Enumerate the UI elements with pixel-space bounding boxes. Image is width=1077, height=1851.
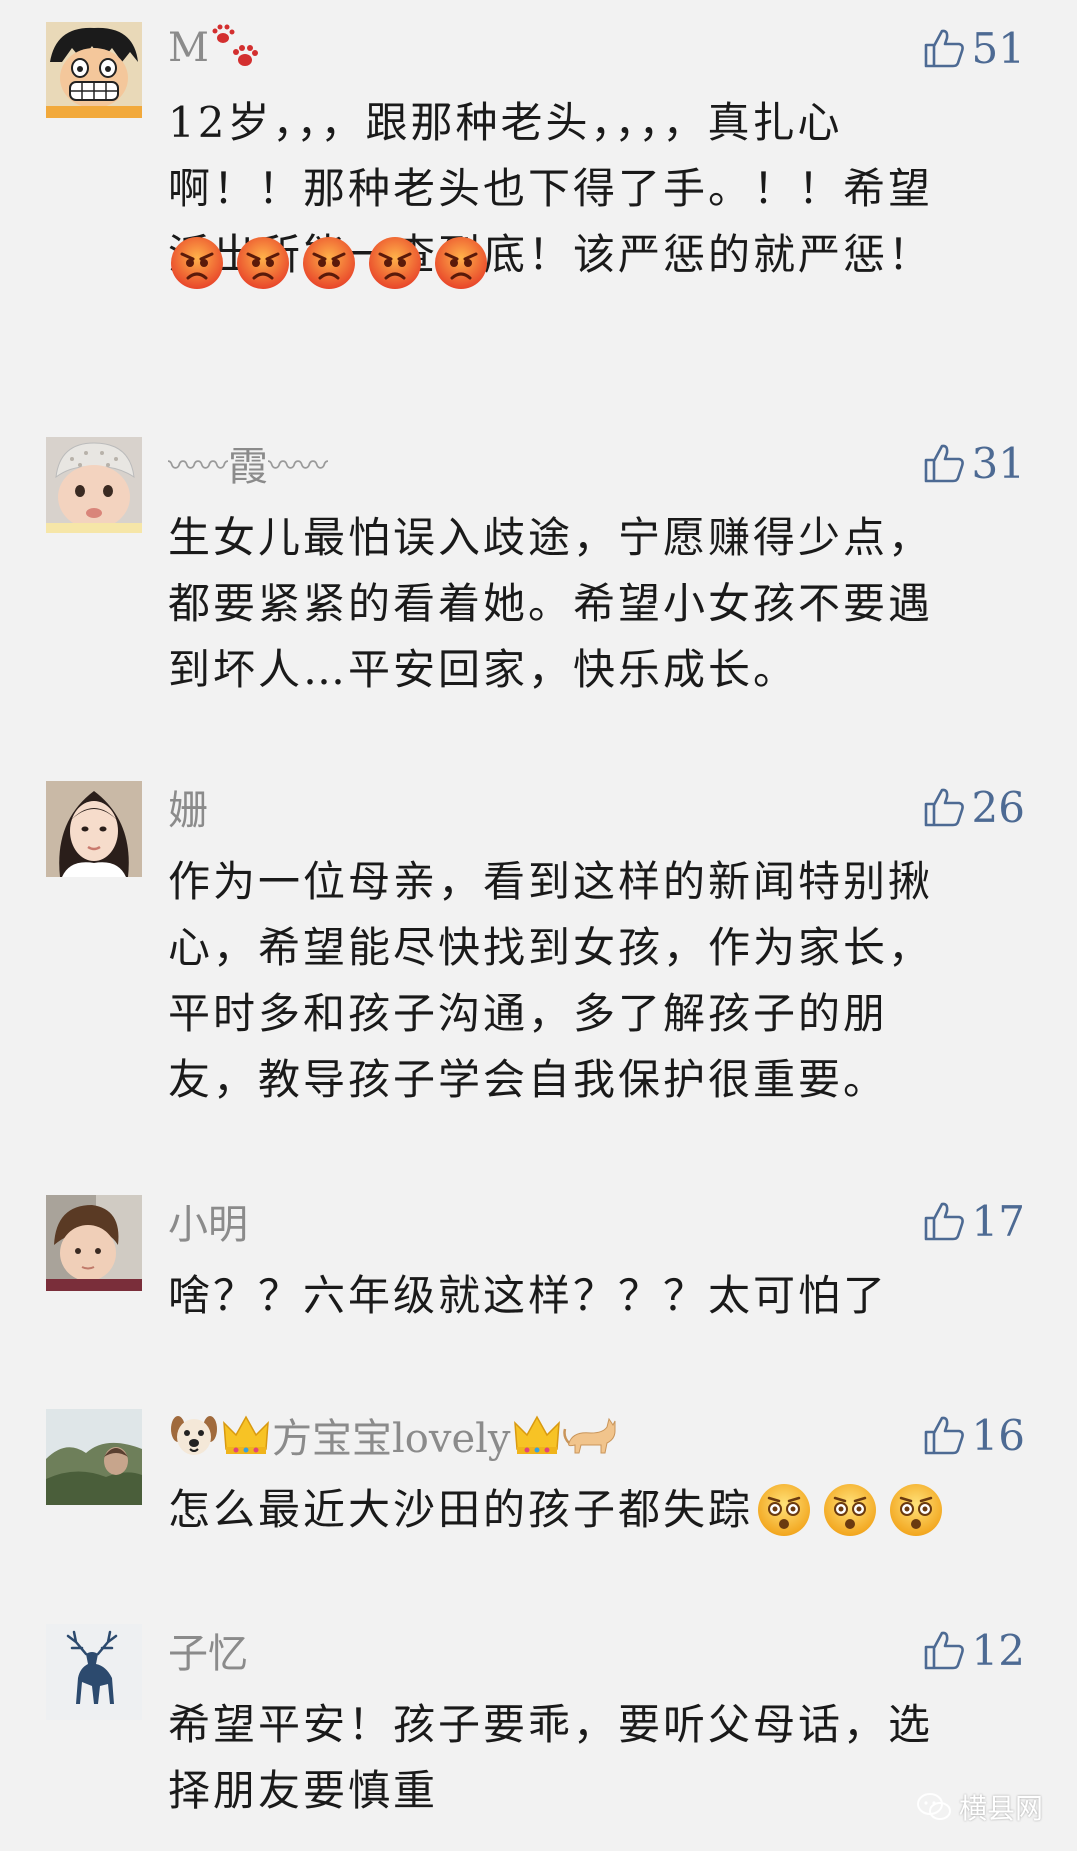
username[interactable]: 方宝宝lovely bbox=[272, 1406, 511, 1464]
like-count: 26 bbox=[971, 782, 1025, 832]
thumbs-up-icon bbox=[924, 1631, 964, 1670]
deer-avatar-icon bbox=[46, 1624, 142, 1720]
comment-line: 心，希望能尽快找到女孩，作为家长， bbox=[168, 923, 934, 972]
username-decoration: 〰〰 bbox=[168, 449, 228, 484]
username-row: 姗 bbox=[168, 775, 208, 839]
astonished-face-icon bbox=[824, 1484, 877, 1536]
watermark-text: 横县网 bbox=[958, 1792, 1043, 1825]
like-count: 12 bbox=[971, 1625, 1025, 1675]
cartoon-boy-avatar-icon bbox=[46, 22, 142, 118]
username-row: 子忆 bbox=[168, 1618, 248, 1682]
comment-text: 希望平安！孩子要乖，要听父母话，选 择朋友要慎重 bbox=[168, 1692, 1028, 1824]
angry-face-icon bbox=[435, 237, 487, 289]
comment-line: 希望平安！孩子要乖，要听父母话，选 bbox=[168, 1700, 934, 1749]
comment-line: 怎么最近大沙田的孩子都失踪 bbox=[168, 1485, 754, 1534]
child-avatar-icon bbox=[46, 1195, 142, 1291]
emoji-row bbox=[168, 234, 490, 292]
like-count: 51 bbox=[971, 23, 1025, 73]
crown-icon bbox=[513, 1415, 560, 1454]
thumbs-up-icon bbox=[924, 1202, 964, 1241]
cat-icon bbox=[562, 1417, 616, 1454]
comment-line: 生女儿最怕误入歧途，宁愿赚得少点， bbox=[168, 513, 934, 562]
username[interactable]: 小明 bbox=[168, 1192, 248, 1250]
thumbs-up-icon bbox=[924, 29, 964, 68]
comment-text: 啥？？六年级就这样？？？太可怕了 bbox=[168, 1263, 1028, 1329]
comment-text: 怎么最近大沙田的孩子都失踪 bbox=[168, 1477, 1028, 1543]
comment-line: 作为一位母亲，看到这样的新闻特别揪 bbox=[168, 857, 934, 906]
comment-text: 作为一位母亲，看到这样的新闻特别揪 心，希望能尽快找到女孩，作为家长， 平时多和… bbox=[168, 849, 1028, 1113]
watermark: 横县网 bbox=[916, 1787, 1043, 1827]
avatar[interactable] bbox=[46, 1195, 142, 1291]
like-count: 31 bbox=[971, 438, 1025, 488]
wechat-icon bbox=[916, 1793, 951, 1820]
username[interactable]: 霞 bbox=[228, 434, 268, 492]
comment-line: 友，教导孩子学会自我保护很重要。 bbox=[168, 1055, 889, 1104]
astonished-face-icon bbox=[890, 1484, 943, 1536]
dog-face-icon bbox=[171, 1416, 217, 1455]
comment-line: 到坏人…平安回家，快乐成长。 bbox=[168, 645, 799, 694]
comment-line: 择朋友要慎重 bbox=[168, 1766, 439, 1815]
thumbs-up-icon bbox=[924, 444, 964, 483]
avatar[interactable] bbox=[46, 1409, 142, 1505]
angry-face-icon bbox=[303, 237, 355, 289]
paw-prints-icon bbox=[212, 24, 258, 66]
username[interactable]: M bbox=[168, 25, 209, 71]
angry-face-icon bbox=[171, 237, 223, 289]
username[interactable]: 姗 bbox=[168, 778, 208, 836]
comment-line: 平时多和孩子沟通，多了解孩子的朋 bbox=[168, 989, 889, 1038]
username[interactable]: 子忆 bbox=[168, 1621, 248, 1679]
angry-face-icon bbox=[369, 237, 421, 289]
thumbs-up-icon bbox=[924, 1416, 964, 1455]
avatar[interactable] bbox=[46, 781, 142, 877]
like-button[interactable]: 31 bbox=[922, 431, 1025, 495]
avatar[interactable] bbox=[46, 1624, 142, 1720]
crown-icon bbox=[223, 1415, 269, 1454]
like-count: 17 bbox=[971, 1196, 1025, 1246]
angry-face-icon bbox=[237, 237, 289, 289]
woman-avatar-icon bbox=[46, 781, 142, 877]
like-button[interactable]: 17 bbox=[922, 1189, 1025, 1253]
username-row: M bbox=[168, 16, 261, 80]
avatar[interactable] bbox=[46, 22, 142, 118]
thumbs-up-icon bbox=[924, 788, 964, 827]
like-button[interactable]: 16 bbox=[922, 1403, 1025, 1467]
comment-line: 啥？？六年级就这样？？？太可怕了 bbox=[168, 1271, 889, 1320]
username-decoration: 〰〰 bbox=[268, 449, 328, 484]
username-row: 〰〰 霞 〰〰 bbox=[168, 431, 328, 495]
username-row: 方宝宝lovely bbox=[168, 1403, 619, 1467]
comment-text: 生女儿最怕误入歧途，宁愿赚得少点， 都要紧紧的看着她。希望小女孩不要遇 到坏人…… bbox=[168, 505, 1028, 703]
username-row: 小明 bbox=[168, 1189, 248, 1253]
like-count: 16 bbox=[971, 1410, 1025, 1460]
astonished-face-icon bbox=[758, 1484, 811, 1536]
landscape-avatar-icon bbox=[46, 1409, 142, 1505]
like-button[interactable]: 12 bbox=[922, 1618, 1025, 1682]
avatar[interactable] bbox=[46, 437, 142, 533]
comment-list-page: M 51 12岁，，，跟那种老头，，，，真扎心 啊！！那种老头也下得了手。！！希… bbox=[0, 0, 1077, 1851]
comment-line: 啊！！那种老头也下得了手。！！希望 bbox=[168, 164, 934, 213]
baby-avatar-icon bbox=[46, 437, 142, 533]
like-button[interactable]: 51 bbox=[922, 16, 1025, 80]
comment-line: 都要紧紧的看着她。希望小女孩不要遇 bbox=[168, 579, 934, 628]
like-button[interactable]: 26 bbox=[922, 775, 1025, 839]
comment-line: 12岁，，，跟那种老头，，，，真扎心 bbox=[168, 98, 843, 147]
inline-emoji-row bbox=[755, 1481, 945, 1539]
